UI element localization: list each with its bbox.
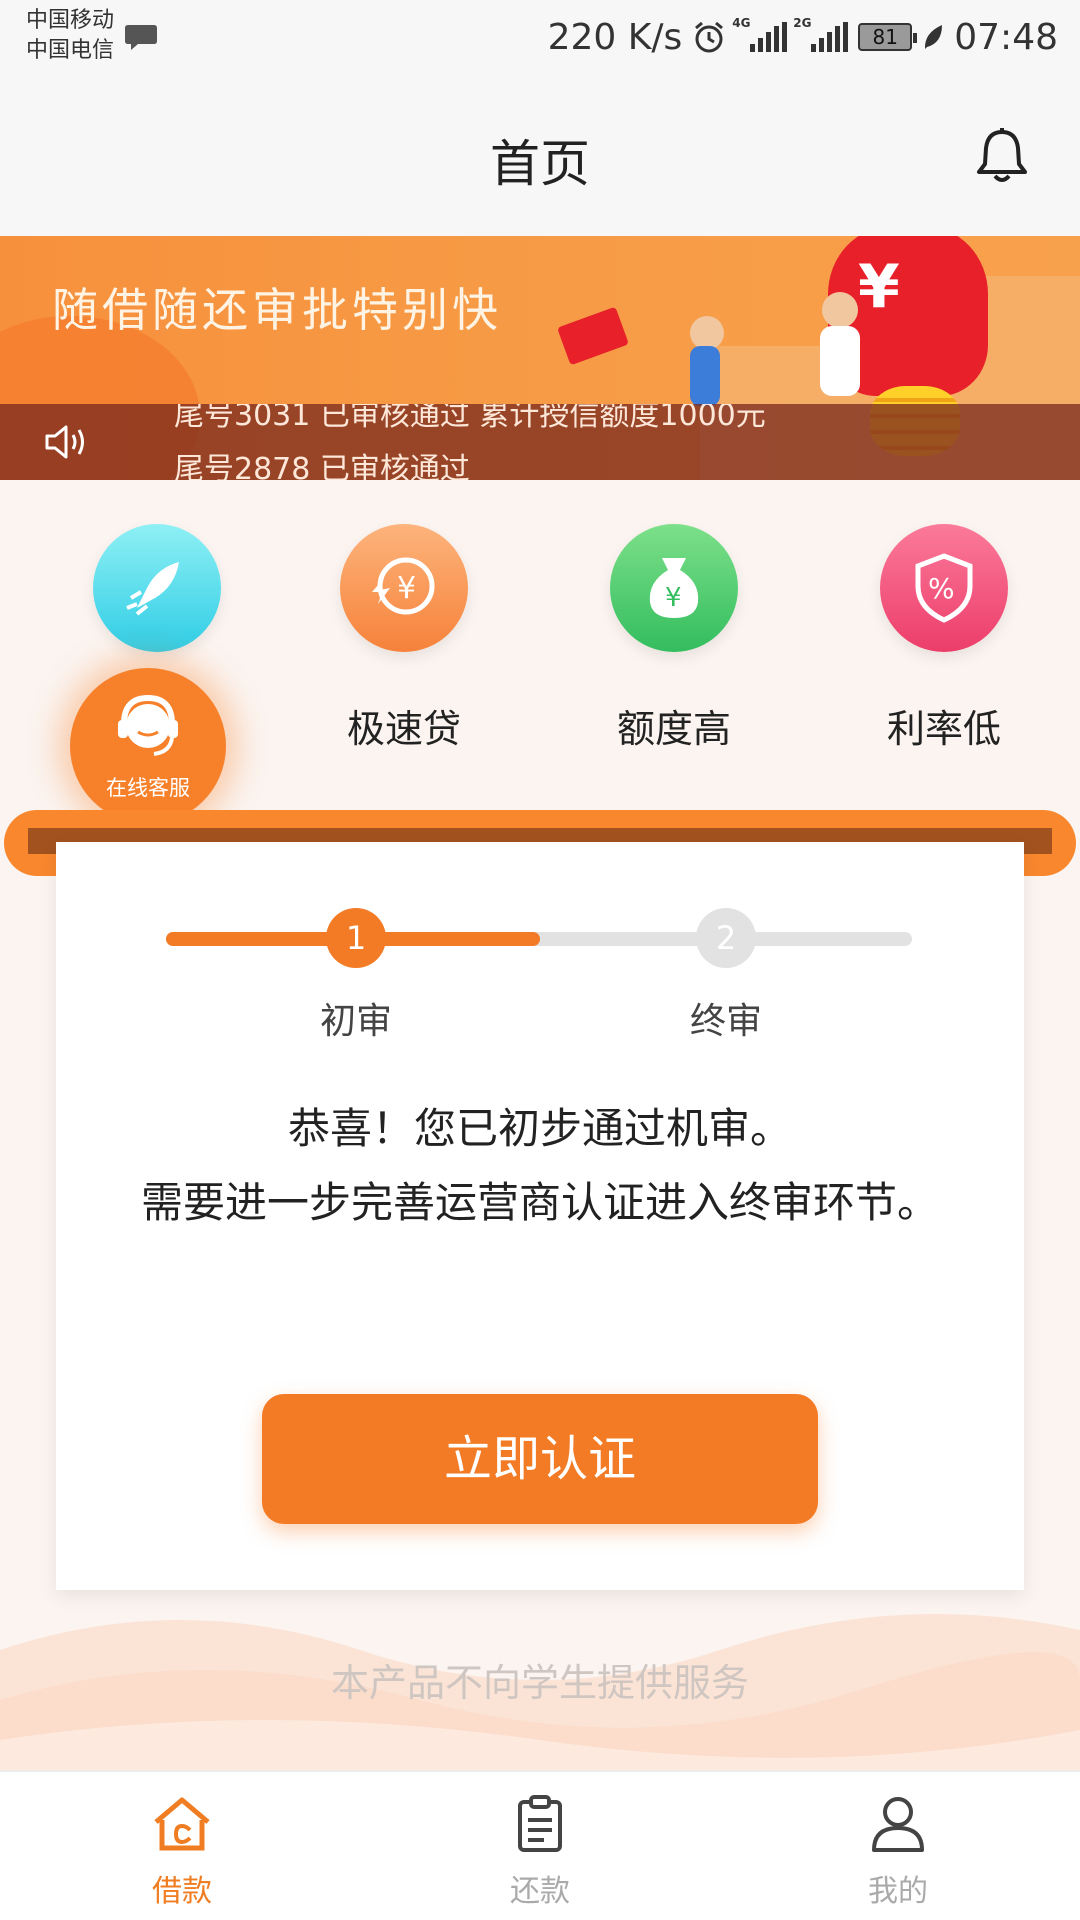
feature-fast-loan[interactable]: ¥ 极速贷 <box>324 524 484 753</box>
feature-label: 额度高 <box>616 707 731 751</box>
status-bar: 中国移动 中国电信 220 K/s 4G 2G 81 07:48 <box>0 0 1080 78</box>
review-card: 1 2 初审 终审 恭喜！您已初步通过机审。 需要进一步完善运营商认证进入终审环… <box>56 842 1024 1590</box>
carrier-1: 中国移动 <box>26 8 115 33</box>
carrier-2: 中国电信 <box>26 38 115 63</box>
message-icon <box>125 25 157 50</box>
banner-slogan: 随借随还审批特别快 <box>52 283 502 337</box>
person-illustration <box>690 346 720 406</box>
carrier-info: 中国移动 中国电信 <box>26 6 114 66</box>
nav-label: 我的 <box>868 1874 928 1909</box>
feature-low-rate[interactable]: % 利率低 <box>864 524 1024 753</box>
net-speed: 220 K/s <box>547 16 683 58</box>
nav-label: 借款 <box>152 1874 212 1909</box>
verify-now-button[interactable]: 立即认证 <box>262 1394 818 1524</box>
money-bag-icon: ¥ <box>610 524 738 652</box>
progress-track <box>166 932 912 946</box>
bottom-nav: 借款 还款 我的 <box>0 1770 1080 1920</box>
nav-label: 还款 <box>510 1874 570 1909</box>
person-illustration <box>820 326 860 396</box>
home-icon <box>154 1797 210 1851</box>
person-illustration <box>822 292 858 328</box>
disclaimer: 本产品不向学生提供服务 <box>330 1661 749 1705</box>
customer-service-label: 在线客服 <box>106 776 190 800</box>
bell-icon[interactable] <box>974 126 1030 186</box>
step-1-label: 初审 <box>319 1001 392 1042</box>
nav-item-borrow[interactable]: 借款 <box>102 1794 262 1910</box>
person-icon <box>872 1797 924 1852</box>
battery-icon: 81 <box>858 23 918 51</box>
feature-high-limit[interactable]: ¥ 额度高 <box>594 524 754 753</box>
app-header: 首页 <box>0 78 1080 236</box>
step-2-label: 终审 <box>689 1001 762 1042</box>
signal-1-icon: 4G <box>732 16 788 52</box>
alarm-icon <box>695 21 724 53</box>
clipboard-icon <box>518 1795 562 1852</box>
feature-label: 利率低 <box>886 707 1001 751</box>
announcement-ticker: 尾号3031 已审核通过 累计授信额度1000元 尾号2878 已审核通过 <box>0 404 1080 480</box>
rocket-icon <box>93 524 221 652</box>
signal-2-icon: 2G <box>793 16 849 52</box>
svg-text:¥: ¥ <box>397 571 416 606</box>
ticker-line: 尾号2878 已审核通过 <box>174 452 470 480</box>
battery-level: 81 <box>872 25 898 49</box>
yen-icon: ¥ <box>858 252 900 322</box>
svg-text:%: % <box>928 572 955 605</box>
nav-item-repay[interactable]: 还款 <box>460 1794 620 1910</box>
nav-item-mine[interactable]: 我的 <box>818 1794 978 1910</box>
customer-service-button[interactable]: 在线客服 <box>70 668 226 824</box>
message-line-1: 恭喜！您已初步通过机审。 <box>287 1104 792 1153</box>
feature-label: 极速贷 <box>346 707 461 751</box>
ticker-line: 尾号3031 已审核通过 累计授信额度1000元 <box>174 404 766 433</box>
review-message: 恭喜！您已初步通过机审。 需要进一步完善运营商认证进入终审环节。 <box>96 1092 984 1240</box>
message-line-2: 需要进一步完善运营商认证进入终审环节。 <box>140 1178 939 1227</box>
clock: 07:48 <box>954 16 1058 58</box>
leaf-icon <box>925 25 943 49</box>
person-illustration <box>690 316 724 350</box>
red-envelope-icon <box>557 306 629 366</box>
svg-text:¥: ¥ <box>665 583 682 613</box>
status-indicators: 220 K/s 4G 2G 81 07:48 <box>548 14 1058 60</box>
speaker-icon <box>45 425 84 459</box>
percent-shield-icon: % <box>880 524 1008 652</box>
step-1-indicator: 1 <box>326 908 386 968</box>
fast-loan-icon: ¥ <box>340 524 468 652</box>
step-2-indicator: 2 <box>696 908 756 968</box>
headset-agent-icon <box>118 694 178 756</box>
page-title: 首页 <box>490 135 590 193</box>
